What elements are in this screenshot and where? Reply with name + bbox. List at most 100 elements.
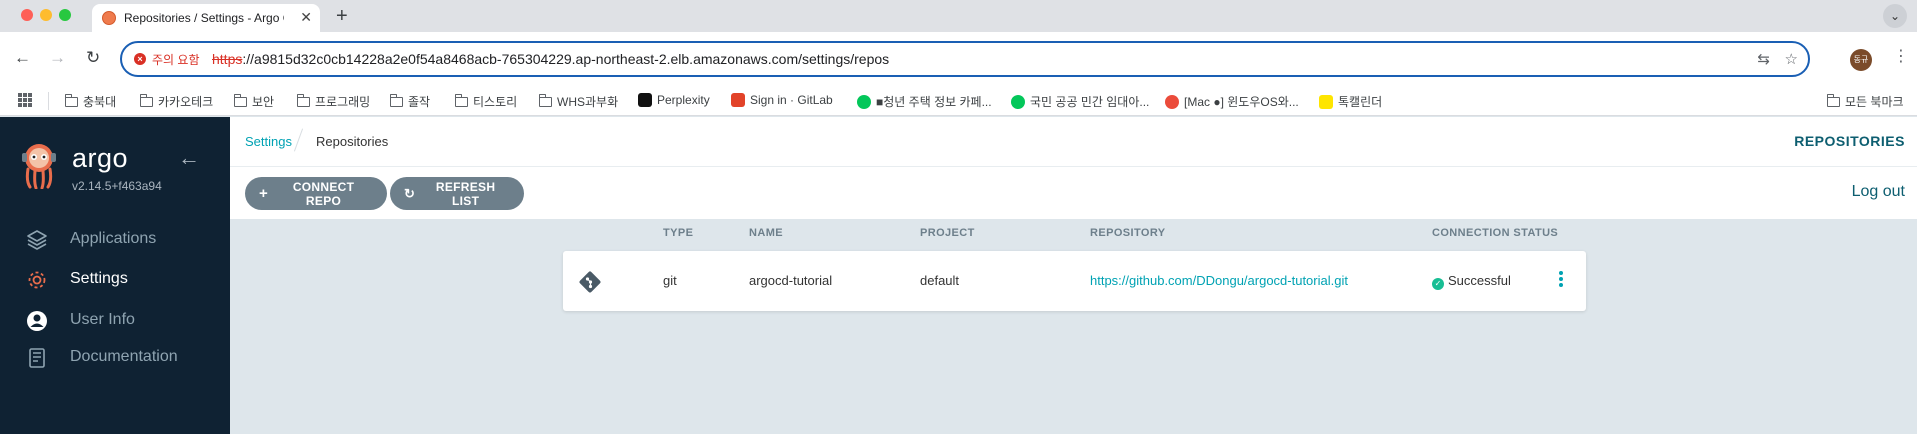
naver-cafe-icon [857,94,871,109]
argo-octopus-logo-icon [22,144,56,189]
translate-icon[interactable]: ⇆ [1757,50,1770,68]
address-bar[interactable]: × 주의 요함 https://a9815d32c0cb14228a2e0f54… [120,41,1810,77]
naver-cafe-icon [1011,94,1025,109]
bookmark-item[interactable]: 프로그래밍 [296,93,371,110]
column-header-repository: REPOSITORY [1090,227,1166,239]
breadcrumb-settings[interactable]: Settings [245,134,292,149]
browser-tab-active[interactable]: Repositories / Settings - Argo CD ✕ [92,4,320,32]
bookmark-label: Perplexity [657,93,710,107]
tab-title: Repositories / Settings - Argo CD [124,11,284,25]
bookmark-label: 충북대 [83,95,117,109]
bookmark-item[interactable]: 충북대 [64,93,117,110]
calendar-icon [1319,94,1333,109]
bookmark-label: 카카오테크 [158,95,214,109]
url-path: ://a9815d32c0cb14228a2e0f54a8468acb-7653… [242,51,890,67]
back-arrow-icon[interactable]: ← [14,48,31,68]
repo-project: default [920,273,960,288]
sidebar-item-label: Settings [70,270,128,287]
tab-close-icon[interactable]: ✕ [300,9,312,26]
layers-icon [27,230,47,250]
reload-icon[interactable]: ↻ [86,48,100,68]
refresh-list-button[interactable]: ↻ REFRESH LIST [390,177,524,210]
bookmark-item[interactable]: 티스토리 [454,93,517,110]
bookmarks-divider [48,92,49,110]
column-header-project: PROJECT [920,227,975,239]
page-header: Settings Repositories REPOSITORIES [230,117,1917,167]
perplexity-icon [638,93,652,107]
tistory-icon [1165,94,1179,109]
breadcrumb-divider [293,128,304,152]
logout-link[interactable]: Log out [1852,183,1905,201]
sidebar-item-applications[interactable]: Applications [0,222,230,256]
bookmarks-bar: 충북대 카카오테크 보안 프로그래밍 졸작 티스토리 WHS과부화 Perple… [0,86,1917,116]
bookmark-label: 모든 북마크 [1845,95,1904,109]
status-text: Successful [1448,273,1511,288]
url-scheme: https [212,51,243,67]
bookmark-item[interactable]: 졸작 [389,93,431,110]
row-actions-menu-icon[interactable] [1559,271,1565,289]
url-text[interactable]: https://a9815d32c0cb14228a2e0f54a8468acb… [212,51,889,67]
page-title: REPOSITORIES [1794,133,1905,149]
bookmark-item[interactable]: WHS과부화 [538,93,619,110]
bookmark-item[interactable]: Perplexity [638,93,710,107]
not-secure-icon[interactable]: × [134,53,146,65]
bookmark-item[interactable]: [Mac ●] 윈도우OS와... [1165,93,1299,110]
sidebar-item-settings[interactable]: Settings [0,262,230,296]
brand-name: argo [72,143,129,173]
browser-menu-icon[interactable]: ⋮ [1893,46,1909,66]
bookmark-label: 보안 [252,95,275,109]
browser-toolbar: ← → ↻ × 주의 요함 https://a9815d32c0cb14228a… [0,32,1917,86]
folder-icon [64,93,78,107]
all-bookmarks[interactable]: 모든 북마크 [1826,93,1904,110]
apps-grid-icon[interactable] [18,93,32,107]
bookmark-item[interactable]: 카카오테크 [139,93,214,110]
collapse-sidebar-arrow-icon[interactable]: ← [178,145,200,171]
browser-tab-bar: Repositories / Settings - Argo CD ✕ + ⌄ [0,0,1917,32]
bookmark-label: 프로그래밍 [315,95,371,109]
connection-status: ✓ Successful [1432,273,1511,290]
refresh-icon: ↻ [404,185,416,201]
sidebar-item-documentation[interactable]: Documentation [0,340,230,374]
folder-icon [1826,93,1840,107]
action-toolbar: + CONNECT REPO ↻ REFRESH LIST Log out [230,167,1917,219]
new-tab-button[interactable]: + [336,5,348,28]
plus-icon: + [259,185,269,202]
user-icon [27,311,47,331]
bookmark-label: 톡캘린더 [1338,95,1383,109]
git-icon [579,271,601,293]
refresh-list-label: REFRESH LIST [435,179,496,208]
bookmark-item[interactable]: 톡캘린더 [1319,93,1382,110]
connect-repo-button[interactable]: + CONNECT REPO [245,177,387,210]
zoom-window-button[interactable] [59,9,71,21]
table-row[interactable]: git argocd-tutorial default https://gith… [563,251,1586,311]
folder-icon [296,93,310,107]
bookmark-label: [Mac ●] 윈도우OS와... [1184,95,1299,109]
gitlab-icon [731,93,745,107]
sidebar: argo v2.14.5+f463a94 ← Applications Sett… [0,117,230,434]
bookmark-item[interactable]: 보안 [233,93,275,110]
security-warning[interactable]: 주의 요함 [152,51,200,68]
bookmark-label: ■청년 주택 정보 카페... [876,95,992,109]
gear-icon [28,271,46,289]
bookmark-item[interactable]: Sign in · GitLab [731,93,833,107]
profile-avatar[interactable]: 동규 [1850,49,1872,71]
repo-url-link[interactable]: https://github.com/DDongu/argocd-tutoria… [1090,273,1348,288]
sidebar-item-label: Applications [70,230,157,247]
bookmark-label: WHS과부화 [557,95,619,109]
bookmark-item[interactable]: ■청년 주택 정보 카페... [857,93,992,110]
bookmark-label: Sign in · GitLab [750,93,833,107]
book-icon [29,348,45,368]
folder-icon [538,93,552,107]
sidebar-item-user-info[interactable]: User Info [0,303,230,337]
forward-arrow-icon[interactable]: → [49,48,66,68]
tab-search-chevron-icon[interactable]: ⌄ [1883,4,1907,28]
folder-icon [233,93,247,107]
bookmark-star-icon[interactable]: ☆ [1785,50,1798,68]
bookmark-label: 졸작 [408,95,431,109]
close-window-button[interactable] [21,9,33,21]
check-circle-icon: ✓ [1432,278,1444,290]
bookmark-item[interactable]: 국민 공공 민간 임대아... [1011,93,1149,110]
repo-name: argocd-tutorial [749,273,833,288]
version-label: v2.14.5+f463a94 [72,179,162,193]
minimize-window-button[interactable] [40,9,52,21]
